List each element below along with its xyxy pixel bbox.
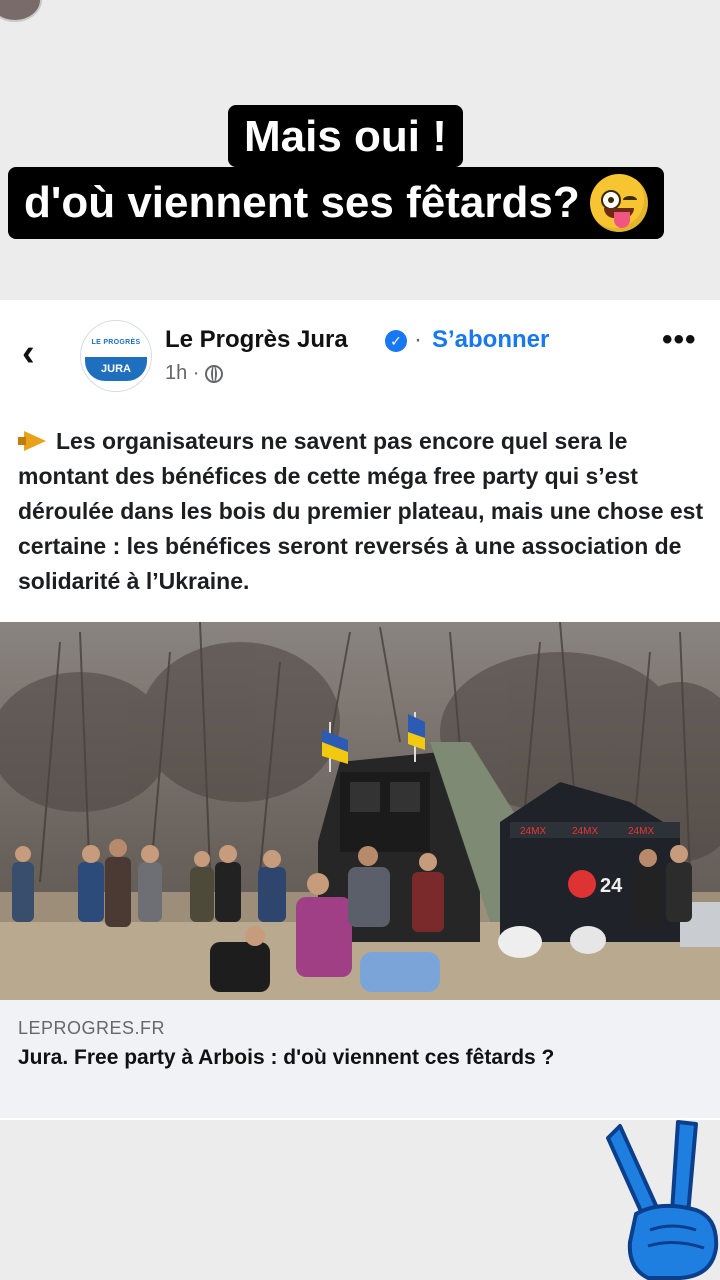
logo-top-text: LE PROGRÈS [91,339,141,346]
megaphone-icon [18,431,50,451]
party-photo-illustration: 24MX 24MX 24MX 24 [0,622,720,1000]
separator: · [414,326,422,353]
tent-label: 24 [600,875,623,897]
caption-line-1: Mais oui ! [228,105,463,167]
caption-line-2: d'où viennent ses fêtards? [24,178,580,227]
back-arrow-icon[interactable]: ‹ [22,333,58,373]
tent-label: 24MX [628,826,654,837]
page-name[interactable]: Le Progrès Jura [165,326,348,354]
facebook-post: ‹ LE PROGRÈS JURA Le Progrès Jura ✓ · S’… [0,300,720,1120]
post-text-wrap: Les organisateurs ne savent pas encore q… [18,424,708,599]
tent-label: 24MX [572,826,598,837]
link-preview[interactable]: LEPROGRES.FR Jura. Free party à Arbois :… [0,1000,720,1118]
tent-label: 24MX [520,826,546,837]
caption-line-2-wrap: d'où viennent ses fêtards? [8,167,664,239]
winking-face-with-tongue-icon [589,174,648,232]
verified-badge-icon: ✓ [385,330,407,352]
link-domain: LEPROGRES.FR [18,1018,166,1038]
page-avatar[interactable]: LE PROGRÈS JURA [80,320,152,392]
post-photo[interactable]: 24MX 24MX 24MX 24 [0,622,720,1000]
victory-hand-icon [606,1120,719,1280]
logo-band-text: JURA [85,357,147,381]
subscribe-button[interactable]: S’abonner [432,326,549,354]
post-meta: 1h · [165,362,224,385]
globe-icon [205,364,224,383]
link-title[interactable]: Jura. Free party à Arbois : d'où viennen… [18,1044,658,1072]
post-text: Les organisateurs ne savent pas encore q… [18,428,704,594]
more-options-icon[interactable]: ••• [662,325,697,355]
post-time: 1h · [165,362,200,384]
